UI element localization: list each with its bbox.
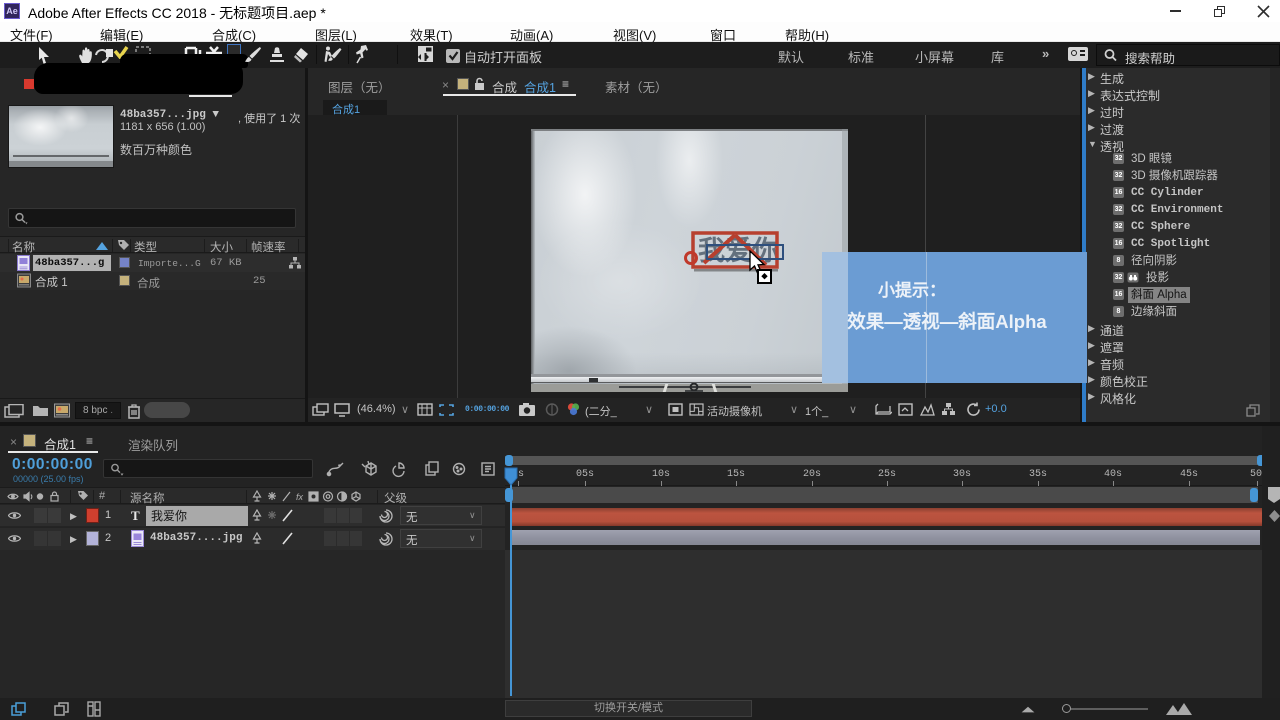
svg-text:fx: fx (296, 492, 304, 502)
